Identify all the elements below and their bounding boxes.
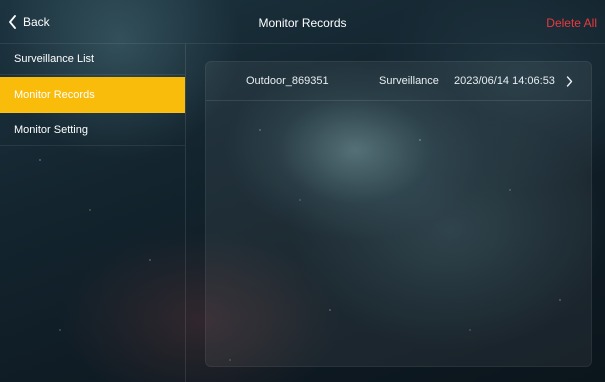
page-title: Monitor Records [258, 16, 347, 30]
record-type: Surveillance [379, 75, 439, 87]
record-timestamp: 2023/06/14 14:06:53 [454, 75, 555, 87]
record-row[interactable]: Outdoor_869351 Surveillance 2023/06/14 1… [206, 62, 591, 101]
sidebar-item-surveillance-list[interactable]: Surveillance List [0, 44, 185, 75]
sidebar: Surveillance List Monitor Records Monito… [0, 44, 186, 382]
record-device-name: Outdoor_869351 [246, 75, 329, 87]
records-panel: Outdoor_869351 Surveillance 2023/06/14 1… [205, 61, 592, 367]
sidebar-item-monitor-setting[interactable]: Monitor Setting [0, 115, 185, 146]
sidebar-item-label: Monitor Records [14, 88, 95, 101]
sidebar-item-monitor-records[interactable]: Monitor Records [0, 77, 185, 113]
sidebar-item-label: Monitor Setting [14, 124, 88, 136]
chevron-right-icon [566, 76, 573, 87]
top-bar: Back Monitor Records Delete All [0, 0, 605, 44]
delete-all-button[interactable]: Delete All [546, 16, 597, 30]
sidebar-item-label: Surveillance List [14, 53, 95, 65]
